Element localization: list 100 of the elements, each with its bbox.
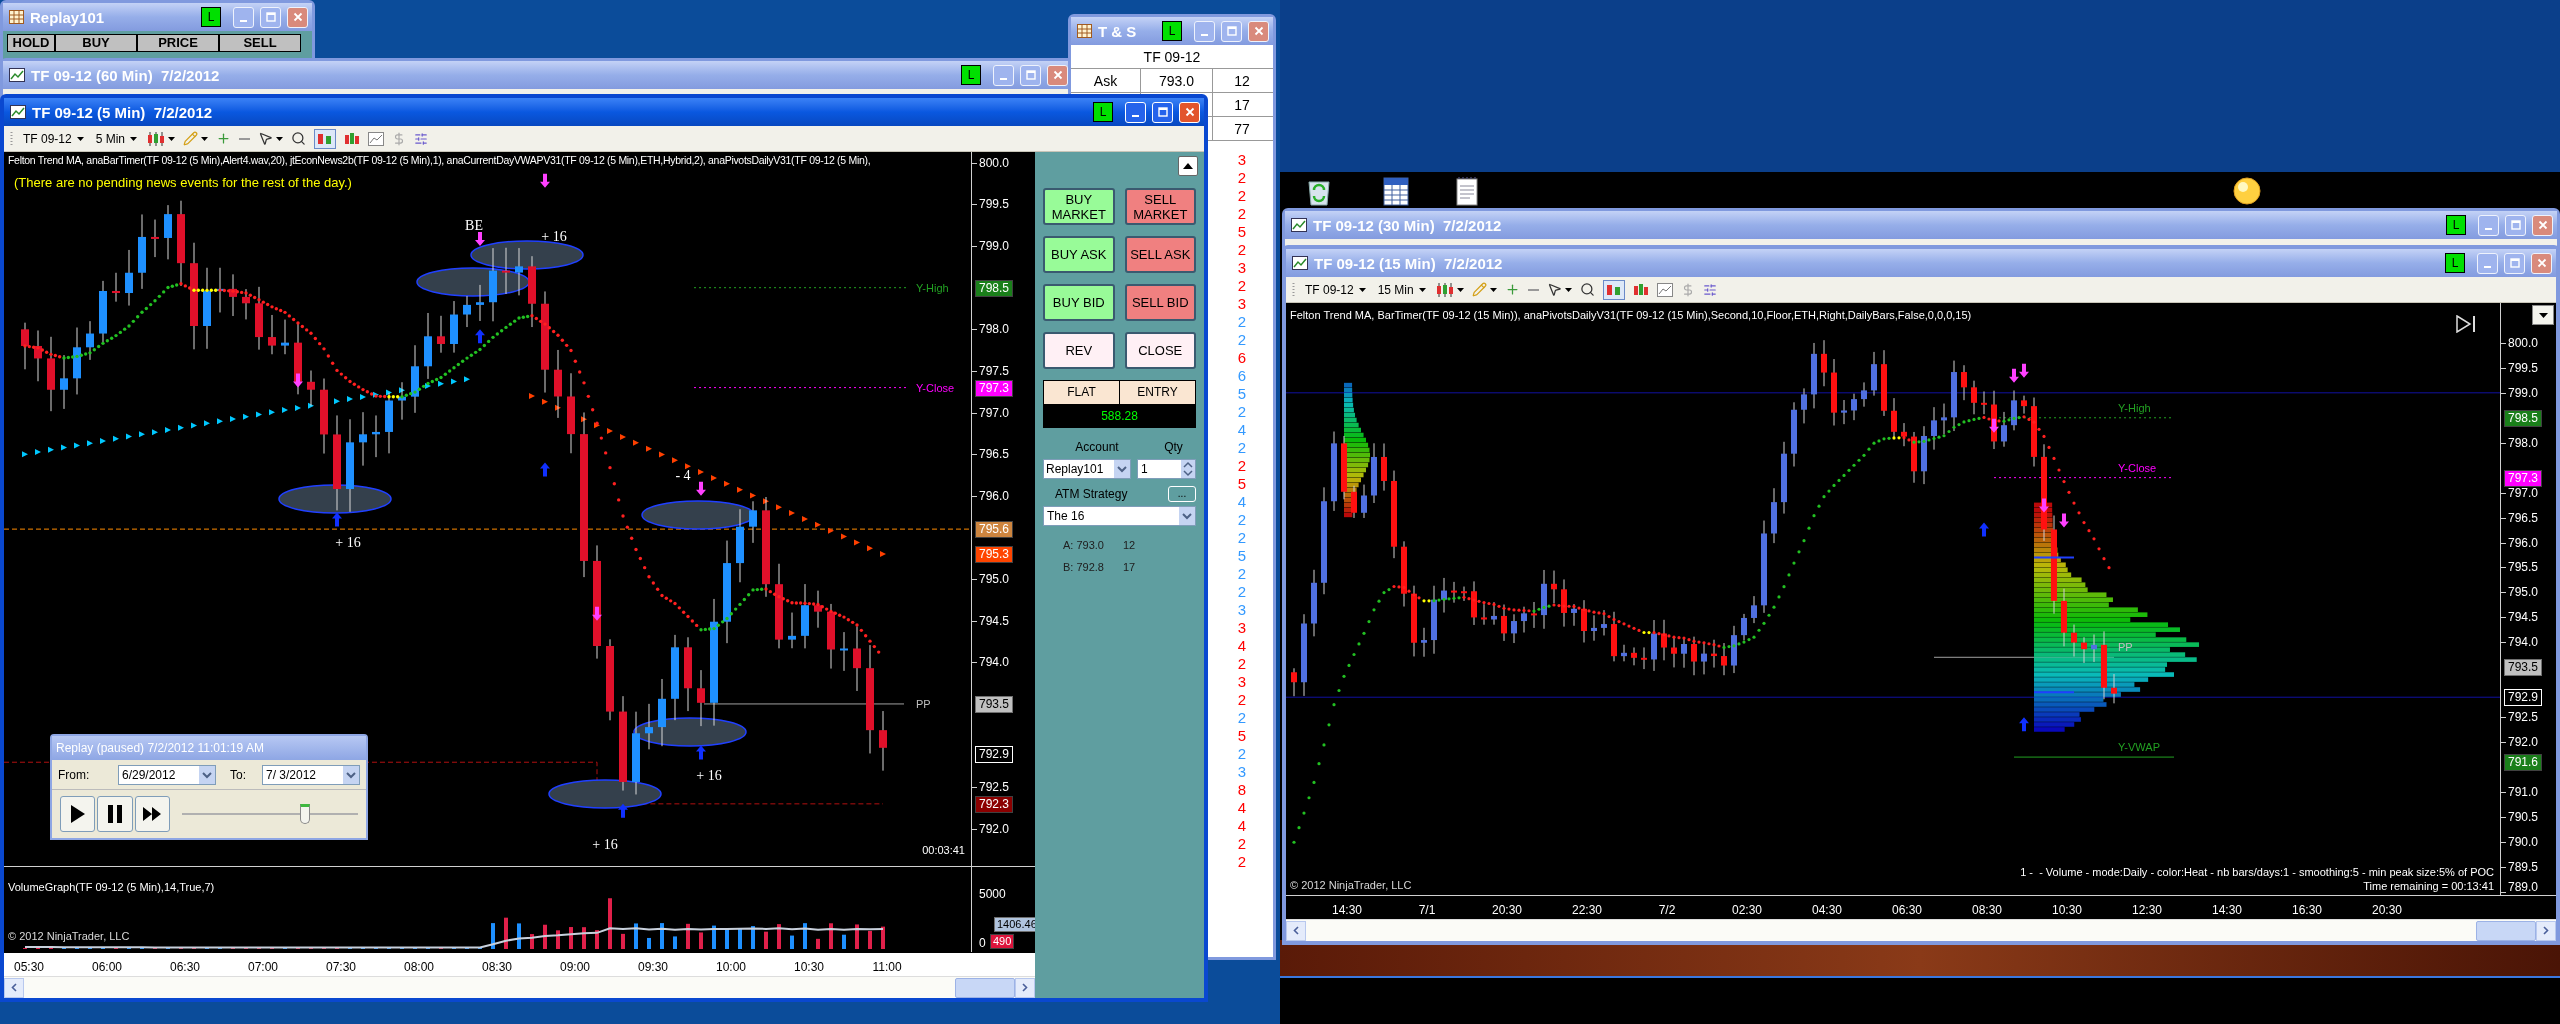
trade-size: 2 bbox=[1236, 313, 1248, 331]
window-title: TF 09-12 (5 Min) 7/2/2012 bbox=[32, 104, 214, 120]
trade-size: 3 bbox=[1236, 151, 1248, 169]
trade-size: 2 bbox=[1236, 691, 1248, 709]
time-tick-label: 09:00 bbox=[560, 959, 590, 976]
price-tick-label: 799.5 bbox=[979, 197, 1010, 212]
price-tag: 795.6 bbox=[975, 521, 1014, 539]
order-button[interactable]: SELL ASK bbox=[1124, 236, 1196, 273]
link-button[interactable]: L bbox=[2446, 215, 2466, 235]
time-tick-label: 14:30 bbox=[2212, 902, 2242, 919]
order-button[interactable]: SELL BID bbox=[1124, 284, 1196, 321]
trade-size: 2 bbox=[1236, 403, 1248, 421]
order-button[interactable]: BUY MARKET bbox=[1043, 188, 1115, 225]
bar-timer: 00:03:41 bbox=[922, 842, 965, 858]
table-cell: TF 09-12 bbox=[1071, 45, 1273, 69]
trade-size: 3 bbox=[1236, 619, 1248, 637]
level-label: Y-VWAP bbox=[2118, 741, 2160, 755]
price-tick-label: 792.5 bbox=[979, 780, 1010, 795]
account-dropdown[interactable]: Replay101 bbox=[1043, 459, 1131, 479]
price-tag: 791.6 bbox=[2504, 754, 2543, 772]
from-date-field[interactable]: 6/29/2012 bbox=[118, 764, 216, 785]
copyright: © 2012 NinjaTrader, LLC bbox=[1290, 877, 1412, 893]
indicator-label: VolumeGraph(TF 09-12 (5 Min),14,True,7) bbox=[8, 880, 215, 895]
interval-dropdown[interactable]: 5 Min bbox=[93, 129, 140, 148]
price-tick-label: 798.0 bbox=[979, 322, 1010, 337]
link-button[interactable]: L bbox=[961, 65, 981, 85]
order-button[interactable]: CLOSE bbox=[1124, 332, 1196, 369]
price-tick-label: 794.0 bbox=[2508, 635, 2539, 650]
trade-size: 2 bbox=[1236, 331, 1248, 349]
table-cell-text: 12 bbox=[1233, 72, 1251, 91]
news-message: (There are no pending news events for the rest of the day.) bbox=[14, 174, 352, 192]
trade-annotation: + 16 bbox=[696, 768, 722, 784]
link-button[interactable]: L bbox=[1162, 21, 1182, 41]
trade-size: 5 bbox=[1236, 475, 1248, 493]
table-cell: Ask bbox=[1071, 69, 1141, 92]
price-tick-label: 800.0 bbox=[2508, 335, 2539, 350]
trade-size: 3 bbox=[1236, 295, 1248, 313]
window-title: Replay101 bbox=[30, 9, 106, 25]
time-tick-label: 04:30 bbox=[1812, 902, 1842, 919]
atm-strategy-dropdown[interactable]: The 16 bbox=[1043, 506, 1196, 526]
indicator-list: Felton Trend MA, BarTimer(TF 09-12 (15 Min)), anaPivotsDailyV31(TF 09-12 (15 Min),Second,10,Floor,ETH,Right,DailyBars,False,0,0,0,15) bbox=[1290, 309, 1972, 322]
price-tick-label: 789.0 bbox=[2508, 880, 2539, 894]
price-tick-label: 797.0 bbox=[2508, 485, 2539, 500]
trade-annotation: + 16 bbox=[335, 535, 361, 551]
window-title: TF 09-12 (30 Min) 7/2/2012 bbox=[1313, 217, 1503, 233]
trade-size: 6 bbox=[1236, 349, 1248, 367]
interval-dropdown[interactable]: 15 Min bbox=[1375, 280, 1428, 299]
level-label: Y-High bbox=[2118, 401, 2151, 415]
trade-size: 5 bbox=[1236, 727, 1248, 745]
field-label: Account bbox=[1074, 439, 1120, 456]
order-button[interactable]: BUY ASK bbox=[1043, 236, 1115, 273]
order-button[interactable]: BUY BID bbox=[1043, 284, 1115, 321]
price-tick-label: 794.5 bbox=[2508, 610, 2539, 625]
time-tick-label: 08:00 bbox=[404, 959, 434, 976]
ask-size: 12 bbox=[1123, 538, 1136, 553]
trade-size: 2 bbox=[1236, 277, 1248, 295]
time-tick-label: 14:30 bbox=[1332, 902, 1362, 919]
time-tick-label: 16:30 bbox=[2292, 902, 2322, 919]
order-button[interactable]: SELL MARKET bbox=[1124, 188, 1196, 225]
time-tick-label: 07:00 bbox=[248, 959, 278, 976]
level-label: Y-High bbox=[916, 281, 949, 295]
atm-settings-button[interactable]: ... bbox=[1168, 486, 1196, 502]
price-tick-label: 795.5 bbox=[2508, 560, 2539, 575]
price-tick-label: 800.0 bbox=[979, 155, 1010, 170]
trade-size: 2 bbox=[1236, 241, 1248, 259]
price-tick-label: 790.0 bbox=[2508, 834, 2539, 849]
level-label: PP bbox=[2118, 641, 2133, 655]
trade-size: 3 bbox=[1236, 763, 1248, 781]
to-date-field[interactable]: 7/ 3/2012 bbox=[262, 764, 360, 785]
time-tick-label: 06:00 bbox=[92, 959, 122, 976]
trade-size: 2 bbox=[1236, 853, 1248, 871]
price-tag: 795.3 bbox=[975, 546, 1014, 564]
time-tick-label: 20:30 bbox=[2372, 902, 2402, 919]
trade-size: 3 bbox=[1236, 601, 1248, 619]
time-tick-label: 08:30 bbox=[1972, 902, 2002, 919]
instrument-dropdown[interactable]: TF 09-12 bbox=[1303, 280, 1368, 299]
link-button[interactable]: L bbox=[1093, 102, 1113, 122]
trade-size: 2 bbox=[1236, 187, 1248, 205]
quantity-field[interactable]: 1 bbox=[1137, 459, 1196, 479]
table-cell-text: 77 bbox=[1233, 120, 1251, 139]
time-tick-label: 09:30 bbox=[638, 959, 668, 976]
order-button[interactable]: REV bbox=[1043, 332, 1115, 369]
trade-annotation: + 16 bbox=[592, 837, 618, 853]
price-tag: 797.3 bbox=[2504, 469, 2543, 487]
price-tick-label: 796.5 bbox=[979, 447, 1010, 462]
price-tick-label: 796.5 bbox=[2508, 510, 2539, 525]
time-tick-label: 7/2 bbox=[1658, 902, 1676, 919]
field-label: ATM Strategy bbox=[1054, 486, 1128, 503]
bid-size: 17 bbox=[1123, 560, 1136, 575]
price-tick-label: 790.5 bbox=[2508, 809, 2539, 824]
price-tick-label: 795.0 bbox=[2508, 585, 2539, 600]
price-tick-label: 789.5 bbox=[2508, 859, 2539, 874]
instrument-dropdown[interactable]: TF 09-12 bbox=[21, 129, 86, 148]
price-tick-label: 792.5 bbox=[2508, 710, 2539, 725]
entry-price-label: ENTRY bbox=[1120, 381, 1195, 404]
link-button[interactable]: L bbox=[201, 7, 221, 27]
link-button[interactable]: L bbox=[2445, 253, 2465, 273]
price-tag: 798.5 bbox=[2504, 409, 2543, 427]
volume-tag: 490 bbox=[990, 934, 1015, 949]
time-tick-label: 10:30 bbox=[794, 959, 824, 976]
